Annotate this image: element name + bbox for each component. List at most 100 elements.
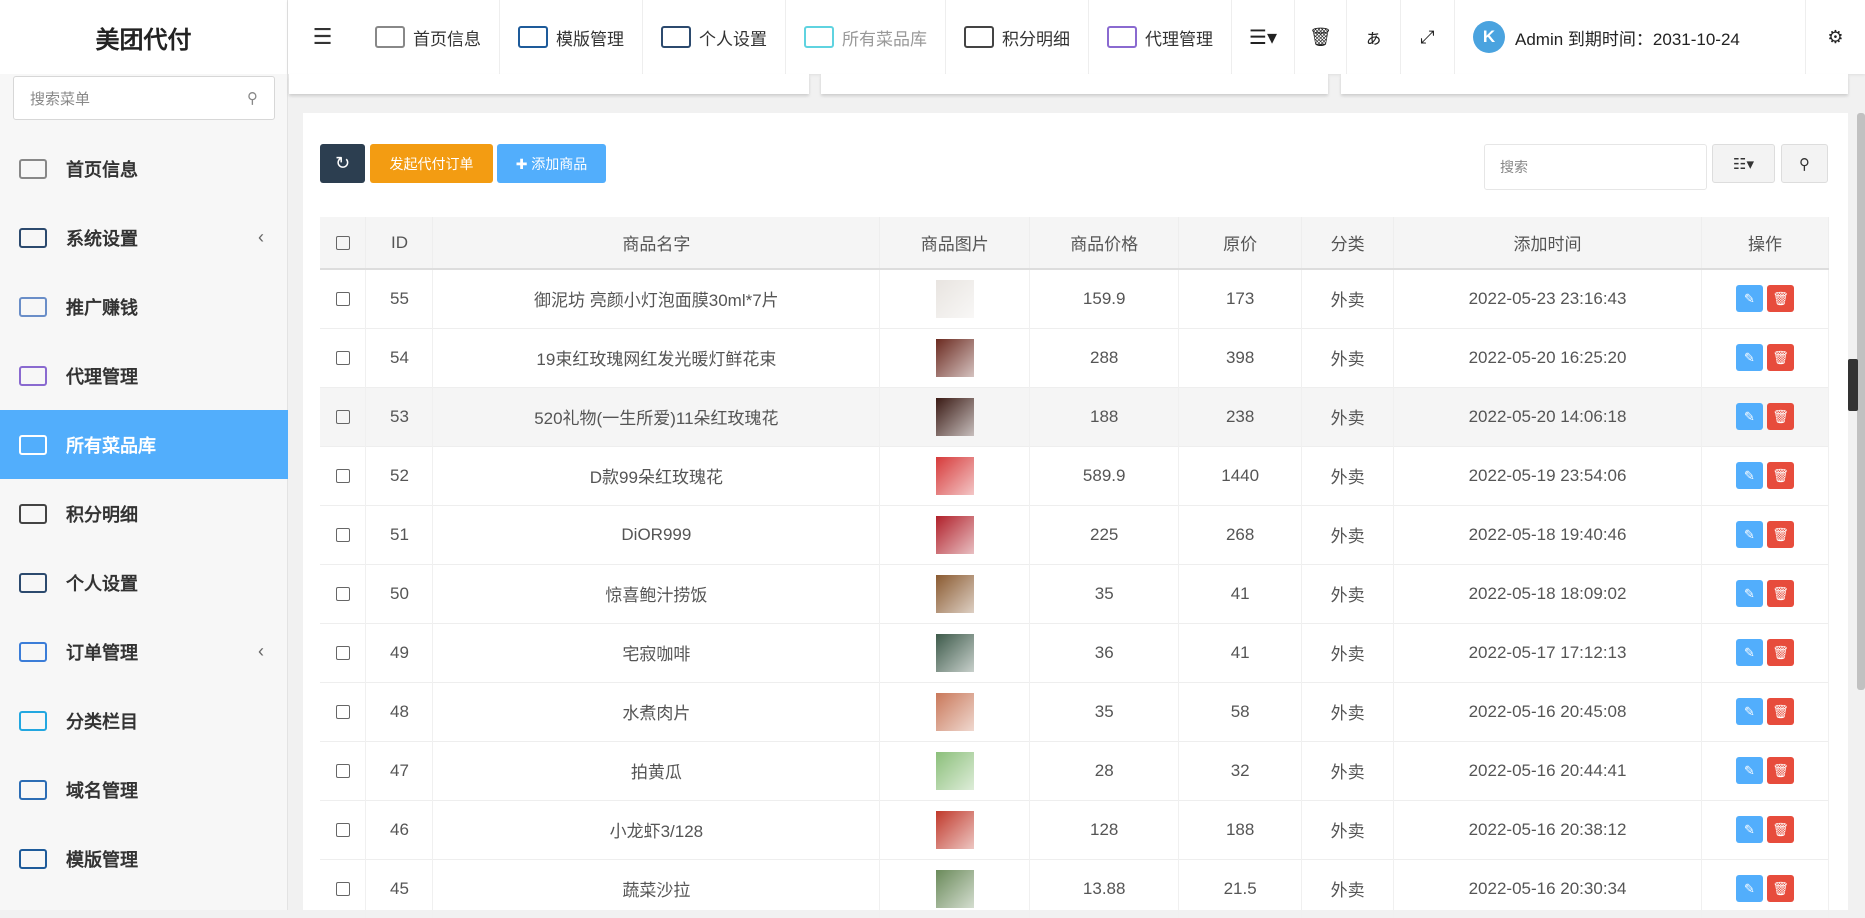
edit-pencil-icon[interactable]: ✎ [1736, 462, 1763, 489]
trash-icon[interactable]: 🗑 [1294, 0, 1346, 74]
table-row[interactable]: 47 拍黄瓜 28 32 外卖 2022-05-16 20:44:41 ✎🗑 [320, 741, 1829, 800]
tab-list-dropdown-icon[interactable]: ☰▾ [1232, 0, 1294, 74]
column-header[interactable]: ID [366, 217, 433, 269]
delete-trash-icon[interactable]: 🗑 [1767, 639, 1794, 666]
side-handle[interactable] [1848, 359, 1858, 411]
row-checkbox[interactable] [320, 741, 366, 800]
create-order-button[interactable]: 发起代付订单 [370, 144, 493, 183]
user-menu[interactable]: K Admin 到期时间：2031-10-24 [1454, 0, 1758, 74]
row-checkbox[interactable] [320, 387, 366, 446]
select-all-checkbox[interactable] [320, 217, 366, 269]
refresh-button[interactable]: ↻ [320, 144, 365, 183]
sidebar-item[interactable]: 个人设置 [0, 548, 288, 617]
table-row[interactable]: 51 DiOR999 225 268 外卖 2022-05-18 19:40:4… [320, 505, 1829, 564]
sidebar-item[interactable]: 分类栏目 [0, 686, 288, 755]
row-checkbox[interactable] [320, 564, 366, 623]
row-checkbox[interactable] [320, 446, 366, 505]
sidebar-item[interactable]: 积分明细 [0, 479, 288, 548]
delete-trash-icon[interactable]: 🗑 [1767, 580, 1794, 607]
tab-item[interactable]: 模版管理 [500, 0, 643, 74]
column-header[interactable]: 商品图片 [880, 217, 1030, 269]
product-thumbnail[interactable] [936, 811, 974, 849]
table-row[interactable]: 50 惊喜鲍汁捞饭 35 41 外卖 2022-05-18 18:09:02 ✎… [320, 564, 1829, 623]
edit-pencil-icon[interactable]: ✎ [1736, 875, 1763, 902]
sidebar-item[interactable]: 模版管理 [0, 824, 288, 893]
add-product-button[interactable]: ✚ 添加商品 [497, 144, 606, 183]
table-row[interactable]: 49 宅寂咖啡 36 41 外卖 2022-05-17 17:12:13 ✎🗑 [320, 623, 1829, 682]
table-row[interactable]: 48 水煮肉片 35 58 外卖 2022-05-16 20:45:08 ✎🗑 [320, 682, 1829, 741]
edit-pencil-icon[interactable]: ✎ [1736, 580, 1763, 607]
edit-pencil-icon[interactable]: ✎ [1736, 639, 1763, 666]
sidebar-item[interactable]: 系统设置‹ [0, 203, 288, 272]
product-thumbnail[interactable] [936, 634, 974, 672]
edit-pencil-icon[interactable]: ✎ [1736, 521, 1763, 548]
table-row[interactable]: 52 D款99朵红玫瑰花 589.9 1440 外卖 2022-05-19 23… [320, 446, 1829, 505]
product-thumbnail[interactable] [936, 280, 974, 318]
delete-trash-icon[interactable]: 🗑 [1767, 698, 1794, 725]
product-thumbnail[interactable] [936, 516, 974, 554]
cell-time: 2022-05-16 20:38:12 [1394, 800, 1702, 859]
table-row[interactable]: 46 小龙虾3/128 128 188 外卖 2022-05-16 20:38:… [320, 800, 1829, 859]
edit-pencil-icon[interactable]: ✎ [1736, 698, 1763, 725]
table-row[interactable]: 45 蔬菜沙拉 13.88 21.5 外卖 2022-05-16 20:30:3… [320, 859, 1829, 918]
delete-trash-icon[interactable]: 🗑 [1767, 521, 1794, 548]
delete-trash-icon[interactable]: 🗑 [1767, 403, 1794, 430]
delete-trash-icon[interactable]: 🗑 [1767, 757, 1794, 784]
tab-item[interactable]: 积分明细 [946, 0, 1089, 74]
tab-item[interactable]: 所有菜品库 [786, 0, 946, 74]
table-row[interactable]: 53 520礼物(一生所爱)11朵红玫瑰花 188 238 外卖 2022-05… [320, 387, 1829, 446]
product-thumbnail[interactable] [936, 752, 974, 790]
column-header[interactable]: 原价 [1179, 217, 1302, 269]
sidebar-item[interactable]: 订单管理‹ [0, 617, 288, 686]
tab-item[interactable]: 首页信息 [357, 0, 500, 74]
edit-pencil-icon[interactable]: ✎ [1736, 285, 1763, 312]
edit-pencil-icon[interactable]: ✎ [1736, 344, 1763, 371]
hamburger-icon[interactable]: ☰ [288, 24, 357, 50]
tab-item[interactable]: 代理管理 [1089, 0, 1232, 74]
product-thumbnail[interactable] [936, 870, 974, 908]
cell-time: 2022-05-18 18:09:02 [1394, 564, 1702, 623]
product-thumbnail[interactable] [936, 575, 974, 613]
sidebar-item[interactable]: 代理管理 [0, 341, 288, 410]
delete-trash-icon[interactable]: 🗑 [1767, 875, 1794, 902]
edit-pencil-icon[interactable]: ✎ [1736, 816, 1763, 843]
tab-item[interactable]: 个人设置 [643, 0, 786, 74]
row-checkbox[interactable] [320, 859, 366, 918]
column-header[interactable]: 添加时间 [1394, 217, 1702, 269]
table-row[interactable]: 54 19束红玫瑰网红发光暖灯鲜花束 288 398 外卖 2022-05-20… [320, 328, 1829, 387]
row-checkbox[interactable] [320, 800, 366, 859]
column-header[interactable]: 商品价格 [1030, 217, 1179, 269]
table-search-input[interactable]: 搜索 [1484, 144, 1707, 190]
column-header[interactable]: 操作 [1701, 217, 1828, 269]
product-thumbnail[interactable] [936, 693, 974, 731]
row-checkbox[interactable] [320, 682, 366, 741]
edit-pencil-icon[interactable]: ✎ [1736, 757, 1763, 784]
row-checkbox[interactable] [320, 623, 366, 682]
sidebar-item[interactable]: 首页信息 [0, 134, 288, 203]
delete-trash-icon[interactable]: 🗑 [1767, 462, 1794, 489]
translate-icon[interactable]: ぁ [1346, 0, 1400, 74]
page-scrollbar[interactable] [1857, 113, 1865, 690]
column-header[interactable]: 分类 [1302, 217, 1394, 269]
delete-trash-icon[interactable]: 🗑 [1767, 285, 1794, 312]
columns-toggle-button[interactable]: ☷▾ [1712, 144, 1775, 183]
tab-label: 首页信息 [413, 25, 481, 50]
table-row[interactable]: 55 御泥坊 亮颜小灯泡面膜30ml*7片 159.9 173 外卖 2022-… [320, 269, 1829, 328]
product-thumbnail[interactable] [936, 457, 974, 495]
row-checkbox[interactable] [320, 269, 366, 328]
column-header[interactable]: 商品名字 [433, 217, 880, 269]
search-button[interactable]: ⚲ [1781, 144, 1828, 183]
product-thumbnail[interactable] [936, 339, 974, 377]
row-checkbox[interactable] [320, 328, 366, 387]
sidebar-item[interactable]: 所有菜品库 [0, 410, 288, 479]
gear-icon[interactable]: ⚙ [1805, 0, 1865, 74]
sidebar-item[interactable]: 域名管理 [0, 755, 288, 824]
row-checkbox[interactable] [320, 505, 366, 564]
fullscreen-icon[interactable]: ⤢ [1400, 0, 1454, 74]
product-thumbnail[interactable] [936, 398, 974, 436]
sidebar-item[interactable]: 推广赚钱 [0, 272, 288, 341]
delete-trash-icon[interactable]: 🗑 [1767, 816, 1794, 843]
delete-trash-icon[interactable]: 🗑 [1767, 344, 1794, 371]
menu-search-input[interactable]: 搜索菜单⚲ [13, 76, 275, 120]
edit-pencil-icon[interactable]: ✎ [1736, 403, 1763, 430]
